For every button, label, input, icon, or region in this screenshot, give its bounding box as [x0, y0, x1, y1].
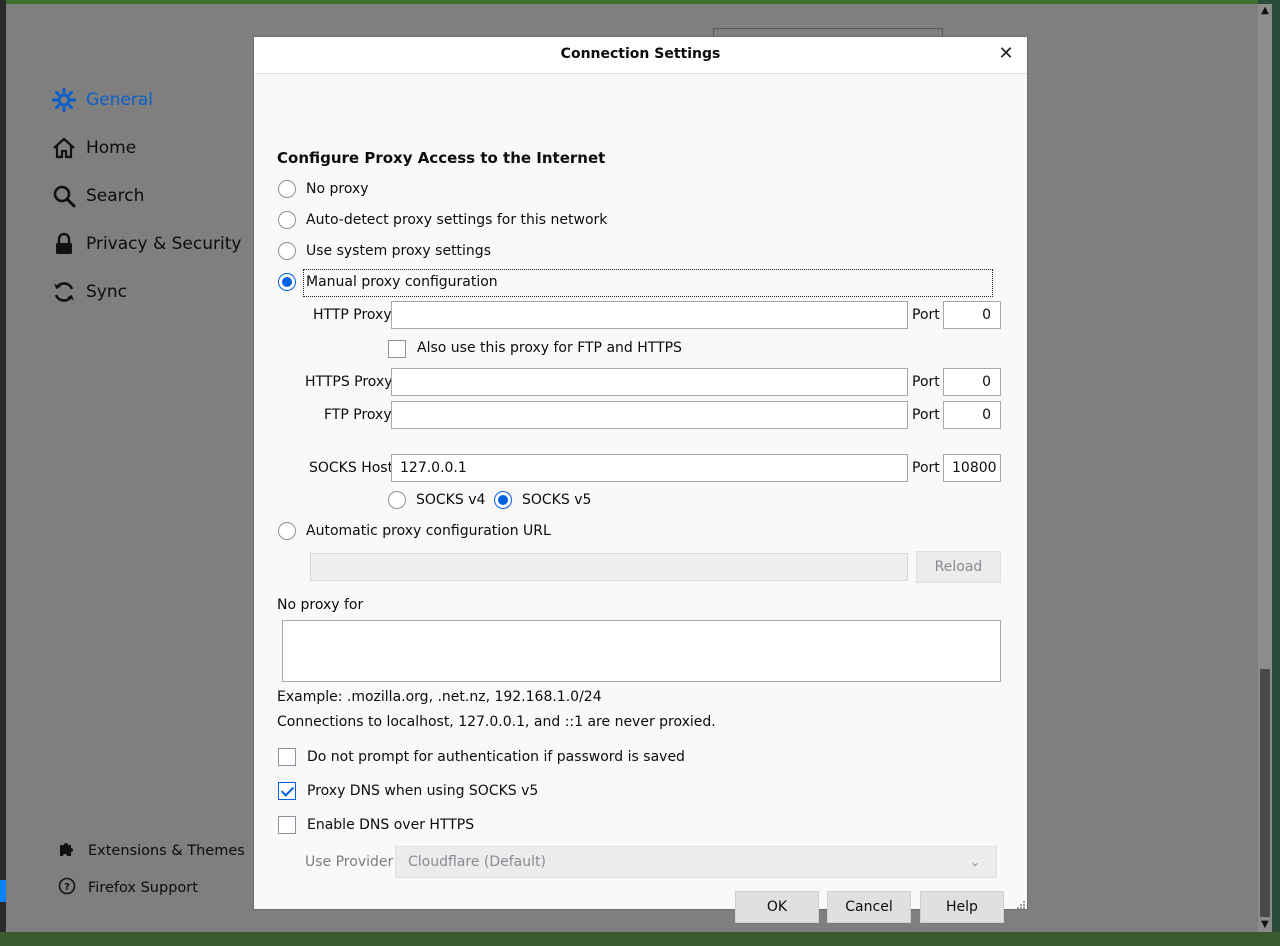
- auto-config-url-input[interactable]: [310, 553, 908, 581]
- also-use-proxy-checkbox[interactable]: [388, 340, 406, 358]
- puzzle-icon: [58, 840, 76, 862]
- provider-select[interactable]: Cloudflare (Default) ⌄: [395, 846, 997, 878]
- no-auth-prompt-checkbox[interactable]: [278, 748, 296, 766]
- lock-icon: [52, 232, 76, 256]
- sidebar-item-search[interactable]: Search: [52, 184, 144, 208]
- proxy-dns-checkbox[interactable]: [278, 782, 296, 800]
- enable-doh-checkbox[interactable]: [278, 816, 296, 834]
- help-icon: ?: [58, 877, 76, 899]
- auto-detect-radio[interactable]: [278, 211, 296, 229]
- scroll-down-arrow-icon[interactable]: ▼: [1258, 918, 1272, 932]
- http-proxy-input[interactable]: [391, 301, 908, 329]
- manual-proxy-radio[interactable]: [278, 273, 296, 291]
- proxy-heading: Configure Proxy Access to the Internet: [277, 149, 606, 167]
- sidebar-item-label: Sync: [86, 282, 127, 302]
- sidebar-item-home[interactable]: Home: [52, 136, 136, 160]
- socks-v4-radio[interactable]: [388, 491, 406, 509]
- no-proxy-label: No proxy: [306, 181, 369, 197]
- no-proxy-for-label: No proxy for: [277, 597, 364, 613]
- socks-v4-label: SOCKS v4: [416, 492, 486, 508]
- https-proxy-label: HTTPS Proxy: [305, 374, 393, 390]
- socks-v5-label: SOCKS v5: [522, 492, 592, 508]
- sidebar-item-label: General: [86, 90, 153, 110]
- provider-select-value: Cloudflare (Default): [408, 854, 546, 870]
- no-proxy-radio[interactable]: [278, 180, 296, 198]
- gear-icon: [52, 88, 76, 112]
- https-proxy-input[interactable]: [391, 368, 908, 396]
- sidebar-item-label: Privacy & Security: [86, 234, 242, 254]
- ftp-proxy-input[interactable]: [391, 401, 908, 429]
- manual-proxy-label: Manual proxy configuration: [306, 274, 498, 290]
- proxy-dns-label: Proxy DNS when using SOCKS v5: [307, 783, 539, 799]
- use-provider-label: Use Provider: [305, 854, 394, 870]
- dialog-title: Connection Settings: [254, 37, 1027, 74]
- svg-text:?: ?: [64, 882, 70, 893]
- http-port-label: Port: [912, 307, 940, 323]
- sync-icon: [52, 280, 76, 304]
- https-port-label: Port: [912, 374, 940, 390]
- firefox-support-label: Firefox Support: [88, 880, 198, 896]
- help-button[interactable]: Help: [920, 891, 1004, 923]
- ftp-proxy-label: FTP Proxy: [324, 407, 392, 423]
- socks-host-label: SOCKS Host: [309, 460, 394, 476]
- also-use-proxy-label: Also use this proxy for FTP and HTTPS: [417, 340, 682, 356]
- socks-port-input[interactable]: 10800: [943, 454, 1001, 482]
- desktop-taskbar-edge: [0, 932, 1280, 946]
- cancel-button[interactable]: Cancel: [827, 891, 911, 923]
- no-proxy-example: Example: .mozilla.org, .net.nz, 192.168.…: [277, 689, 602, 705]
- auto-config-url-radio[interactable]: [278, 522, 296, 540]
- no-auth-prompt-label: Do not prompt for authentication if pass…: [307, 749, 685, 765]
- enable-doh-label: Enable DNS over HTTPS: [307, 817, 475, 833]
- resize-grip-icon[interactable]: [1015, 899, 1025, 909]
- sidebar-item-sync[interactable]: Sync: [52, 280, 127, 304]
- system-proxy-radio[interactable]: [278, 242, 296, 260]
- system-proxy-label: Use system proxy settings: [306, 243, 491, 259]
- ftp-port-label: Port: [912, 407, 940, 423]
- https-port-input[interactable]: 0: [943, 368, 1001, 396]
- extensions-themes-label: Extensions & Themes: [88, 843, 245, 859]
- sidebar-firefox-support-link[interactable]: ? Firefox Support: [58, 877, 198, 899]
- sidebar-item-general[interactable]: General: [52, 88, 153, 112]
- ok-button[interactable]: OK: [735, 891, 819, 923]
- http-proxy-label: HTTP Proxy: [313, 307, 392, 323]
- close-icon[interactable]: ✕: [995, 43, 1017, 65]
- auto-detect-label: Auto-detect proxy settings for this netw…: [306, 212, 608, 228]
- preferences-scrollbar[interactable]: ▲ ▼: [1258, 4, 1272, 932]
- chevron-down-icon: ⌄: [969, 855, 980, 869]
- socks-v5-radio[interactable]: [494, 491, 512, 509]
- socks-port-label: Port: [912, 460, 940, 476]
- scrollbar-thumb[interactable]: [1260, 669, 1270, 917]
- sidebar-extensions-themes-link[interactable]: Extensions & Themes: [58, 840, 245, 862]
- home-icon: [52, 136, 76, 160]
- connection-settings-dialog: Connection Settings ✕ Configure Proxy Ac…: [253, 36, 1028, 923]
- sidebar-item-label: Home: [86, 138, 137, 158]
- ftp-port-input[interactable]: 0: [943, 401, 1001, 429]
- search-icon: [52, 184, 76, 208]
- http-port-input[interactable]: 0: [943, 301, 1001, 329]
- sidebar-item-privacy[interactable]: Privacy & Security: [52, 232, 241, 256]
- scroll-up-arrow-icon[interactable]: ▲: [1258, 4, 1272, 18]
- socks-host-input[interactable]: 127.0.0.1: [391, 454, 908, 482]
- sidebar-item-label: Search: [86, 186, 145, 206]
- no-proxy-for-textarea[interactable]: [282, 620, 1001, 682]
- auto-config-url-label: Automatic proxy configuration URL: [306, 523, 551, 539]
- reload-button[interactable]: Reload: [916, 551, 1001, 583]
- localhost-note: Connections to localhost, 127.0.0.1, and…: [277, 714, 716, 730]
